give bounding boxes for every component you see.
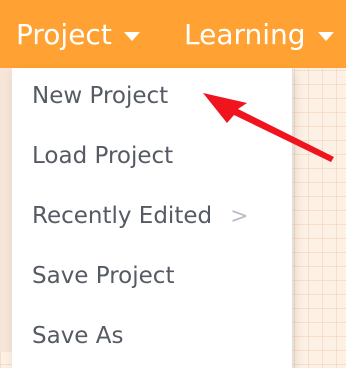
menu-learning[interactable]: Learning bbox=[184, 0, 334, 68]
menu-project-label: Project bbox=[16, 17, 112, 51]
menu-item-load-project[interactable]: Load Project bbox=[32, 143, 173, 169]
menu-item-recently-edited-label: Recently Edited bbox=[32, 203, 213, 229]
background-panel-edge bbox=[0, 68, 12, 352]
menu-learning-label: Learning bbox=[184, 17, 306, 51]
menu-item-save-project[interactable]: Save Project bbox=[32, 263, 174, 289]
caret-down-icon bbox=[317, 31, 334, 41]
project-dropdown-menu: New Project Load Project Recently Edited… bbox=[12, 68, 293, 368]
menu-item-save-as[interactable]: Save As bbox=[32, 323, 123, 349]
menu-item-new-project[interactable]: New Project bbox=[32, 83, 168, 109]
menu-item-recently-edited[interactable]: Recently Edited > bbox=[32, 203, 249, 229]
chevron-right-icon: > bbox=[230, 204, 249, 229]
menu-project[interactable]: Project bbox=[16, 0, 140, 68]
caret-down-icon bbox=[123, 31, 140, 41]
menu-bar: Project Learning bbox=[0, 0, 346, 68]
